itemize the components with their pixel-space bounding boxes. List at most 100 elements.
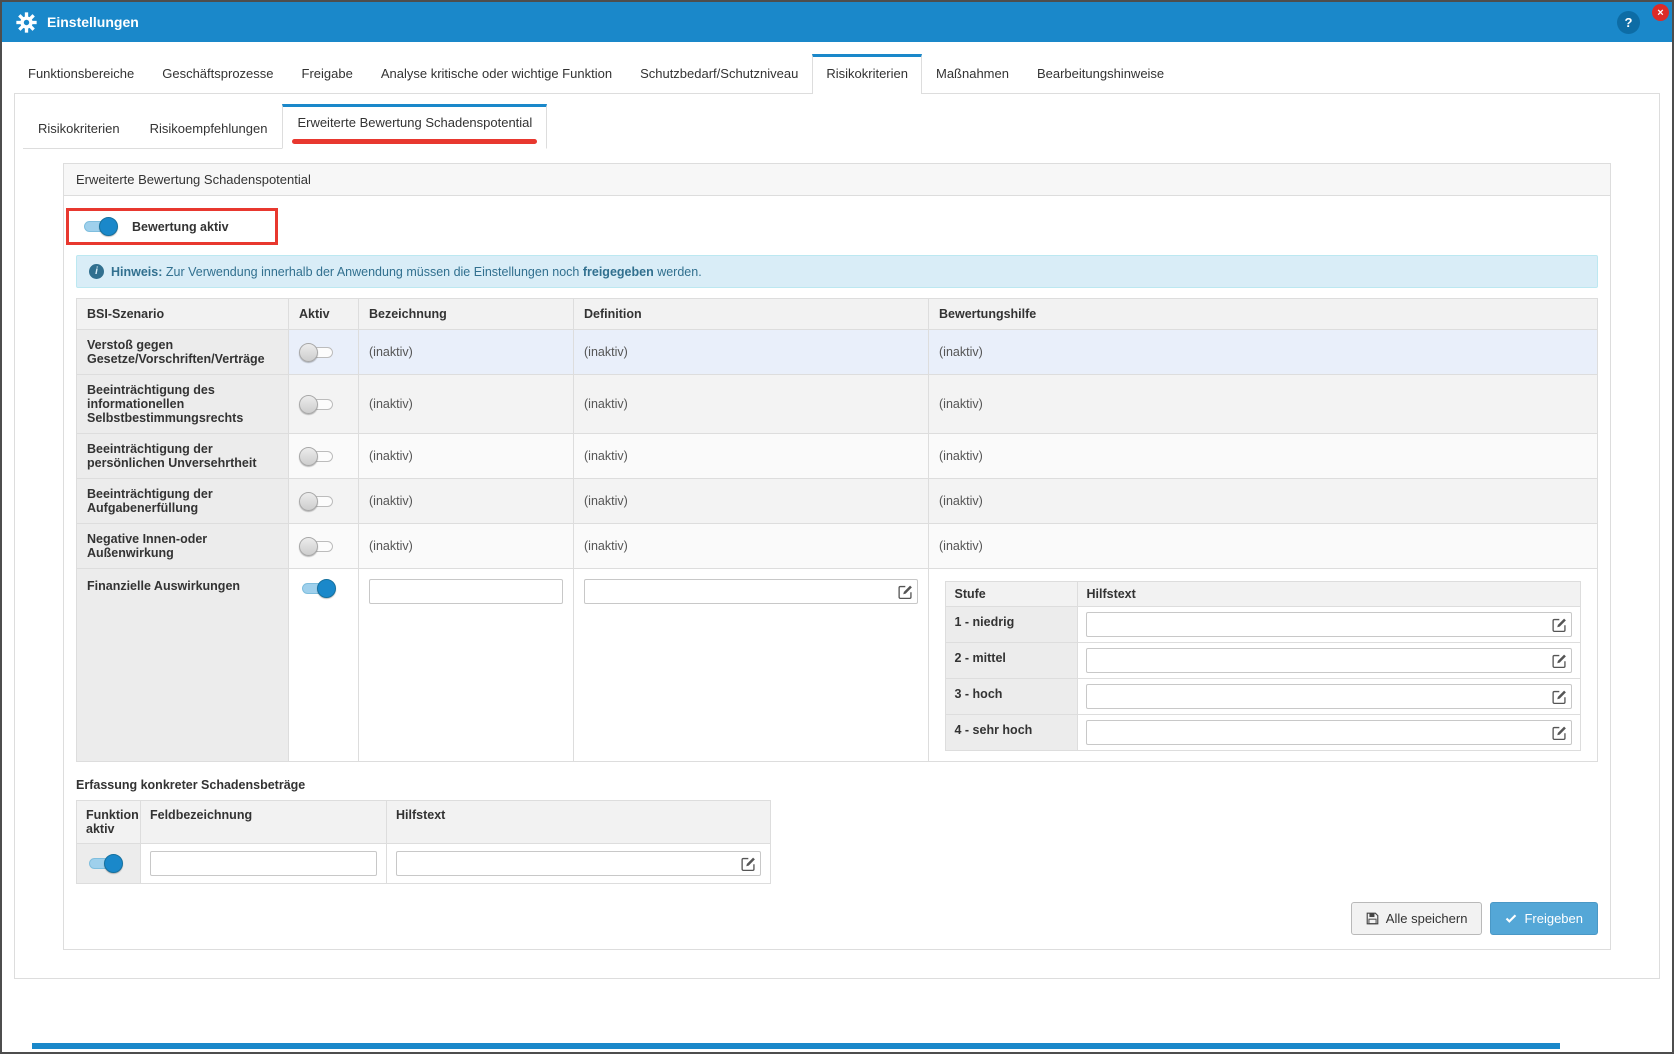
toggle-cell (289, 434, 359, 479)
bezeichnung-input[interactable] (369, 579, 563, 604)
gear-icon (16, 12, 37, 33)
tab-geschaeftsprozesse[interactable]: Geschäftsprozesse (148, 54, 287, 93)
bewertung-aktiv-toggle[interactable] (81, 217, 118, 236)
stufe-label: 1 - niedrig (946, 607, 1078, 643)
table-row: Verstoß gegen Gesetze/Vorschriften/Vertr… (77, 330, 1598, 375)
stufe-table: Stufe Hilfstext 1 - niedrig (945, 581, 1580, 751)
table-row: Beeinträchtigung des informationellen Se… (77, 375, 1598, 434)
column-header-funktion-aktiv: Funktion aktiv (77, 801, 141, 844)
table-row: Negative Innen-oder Außenwirkung (inakti… (77, 524, 1598, 569)
settings-window: Einstellungen ? × Funktionsbereiche Gesc… (0, 0, 1674, 1054)
damage-hilfstext-input[interactable] (396, 851, 761, 876)
scenario-toggle[interactable] (299, 395, 336, 414)
subtab-erweiterte-bewertung[interactable]: Erweiterte Bewertung Schadenspotential (282, 104, 547, 149)
table-header-row: BSI-Szenario Aktiv Bezeichnung Definitio… (77, 299, 1598, 330)
definition-input[interactable] (584, 579, 918, 604)
definition-value: (inaktiv) (574, 375, 929, 434)
tab-massnahmen[interactable]: Maßnahmen (922, 54, 1023, 93)
titlebar: Einstellungen ? (2, 2, 1672, 42)
edit-icon[interactable] (741, 856, 756, 871)
scenario-label: Finanzielle Auswirkungen (77, 569, 289, 762)
definition-value: (inaktiv) (574, 524, 929, 569)
hilfstext-input-4[interactable] (1086, 720, 1571, 745)
tab-funktionsbereiche[interactable]: Funktionsbereiche (14, 54, 148, 93)
hilfstext-header: Hilfstext (1078, 582, 1580, 607)
bezeichnung-value: (inaktiv) (359, 479, 574, 524)
table-row: Beeinträchtigung der Aufgabenerfüllung (… (77, 479, 1598, 524)
scenario-toggle[interactable] (299, 447, 336, 466)
hilfstext-input-2[interactable] (1086, 648, 1571, 673)
help-icon[interactable]: ? (1617, 11, 1640, 34)
edit-icon[interactable] (1552, 653, 1567, 668)
footer-buttons: Alle speichern Freigeben (76, 902, 1598, 935)
notice-banner: i Hinweis: Zur Verwendung innerhalb der … (76, 255, 1598, 288)
bezeichnung-value: (inaktiv) (359, 524, 574, 569)
column-header-aktiv: Aktiv (289, 299, 359, 330)
save-all-label: Alle speichern (1386, 911, 1468, 926)
scenario-toggle[interactable] (299, 537, 336, 556)
window-title: Einstellungen (47, 14, 139, 30)
tab-schutzbedarf[interactable]: Schutzbedarf/Schutzniveau (626, 54, 812, 93)
bewertungshilfe-value: (inaktiv) (929, 434, 1598, 479)
annotation-red-underline (292, 139, 537, 144)
toggle-knob (99, 217, 118, 236)
damage-section-title: Erfassung konkreter Schadensbeträge (76, 778, 1598, 792)
panel-title: Erweiterte Bewertung Schadenspotential (64, 164, 1610, 196)
close-icon[interactable]: × (1652, 4, 1669, 21)
tab-bearbeitungshinweise[interactable]: Bearbeitungshinweise (1023, 54, 1178, 93)
scenario-toggle[interactable] (299, 343, 336, 362)
tab-freigabe[interactable]: Freigabe (288, 54, 367, 93)
check-icon (1505, 913, 1517, 925)
stufe-header: Stufe (946, 582, 1078, 607)
main-tabbar: Funktionsbereiche Geschäftsprozesse Frei… (14, 42, 1660, 93)
save-icon (1366, 912, 1379, 925)
finanzielle-auswirkungen-toggle[interactable] (299, 579, 336, 598)
tab-analyse-kritische-funktion[interactable]: Analyse kritische oder wichtige Funktion (367, 54, 626, 93)
subtab-risikokriterien[interactable]: Risikokriterien (23, 110, 135, 148)
content-box: Risikokriterien Risikoempfehlungen Erwei… (14, 93, 1660, 979)
toggle-cell (289, 330, 359, 375)
column-header-hilfstext: Hilfstext (387, 801, 771, 844)
column-header-definition: Definition (574, 299, 929, 330)
scenario-label: Beeinträchtigung des informationellen Se… (77, 375, 289, 434)
stufe-label: 3 - hoch (946, 679, 1078, 715)
save-all-button[interactable]: Alle speichern (1351, 902, 1483, 935)
schadenspotential-panel: Erweiterte Bewertung Schadenspotential B… (63, 163, 1611, 950)
release-label: Freigeben (1524, 911, 1583, 926)
hilfstext-input-3[interactable] (1086, 684, 1571, 709)
subtab-risikoempfehlungen[interactable]: Risikoempfehlungen (135, 110, 283, 148)
funktion-aktiv-toggle[interactable] (86, 854, 123, 873)
bewertungshilfe-value: (inaktiv) (929, 375, 1598, 434)
release-button[interactable]: Freigeben (1490, 902, 1598, 935)
stufe-row: 2 - mittel (946, 643, 1580, 679)
bezeichnung-value: (inaktiv) (359, 330, 574, 375)
table-row: Beeinträchtigung der persönlichen Unvers… (77, 434, 1598, 479)
stufe-row: 1 - niedrig (946, 607, 1580, 643)
column-header-szenario: BSI-Szenario (77, 299, 289, 330)
bewertungshilfe-cell: Stufe Hilfstext 1 - niedrig (929, 569, 1598, 762)
definition-value: (inaktiv) (574, 479, 929, 524)
stufe-row: 4 - sehr hoch (946, 715, 1580, 751)
toggle-cell (289, 524, 359, 569)
edit-icon[interactable] (898, 584, 913, 599)
bewertungshilfe-value: (inaktiv) (929, 479, 1598, 524)
scenario-label: Verstoß gegen Gesetze/Vorschriften/Vertr… (77, 330, 289, 375)
toggle-cell (289, 569, 359, 762)
scenario-label: Beeinträchtigung der persönlichen Unvers… (77, 434, 289, 479)
notice-text: Hinweis: Zur Verwendung innerhalb der An… (111, 265, 702, 279)
bezeichnung-cell (359, 569, 574, 762)
scenario-toggle[interactable] (299, 492, 336, 511)
edit-icon[interactable] (1552, 725, 1567, 740)
scenario-label: Beeinträchtigung der Aufgabenerfüllung (77, 479, 289, 524)
edit-icon[interactable] (1552, 689, 1567, 704)
stufe-label: 2 - mittel (946, 643, 1078, 679)
tab-risikokriterien[interactable]: Risikokriterien (812, 54, 922, 94)
edit-icon[interactable] (1552, 617, 1567, 632)
sub-tabbar: Risikokriterien Risikoempfehlungen Erwei… (23, 104, 547, 149)
column-header-bewertungshilfe: Bewertungshilfe (929, 299, 1598, 330)
hilfstext-input-1[interactable] (1086, 612, 1571, 637)
bewertungshilfe-value: (inaktiv) (929, 330, 1598, 375)
bezeichnung-value: (inaktiv) (359, 434, 574, 479)
feldbezeichnung-input[interactable] (150, 851, 377, 876)
definition-cell (574, 569, 929, 762)
